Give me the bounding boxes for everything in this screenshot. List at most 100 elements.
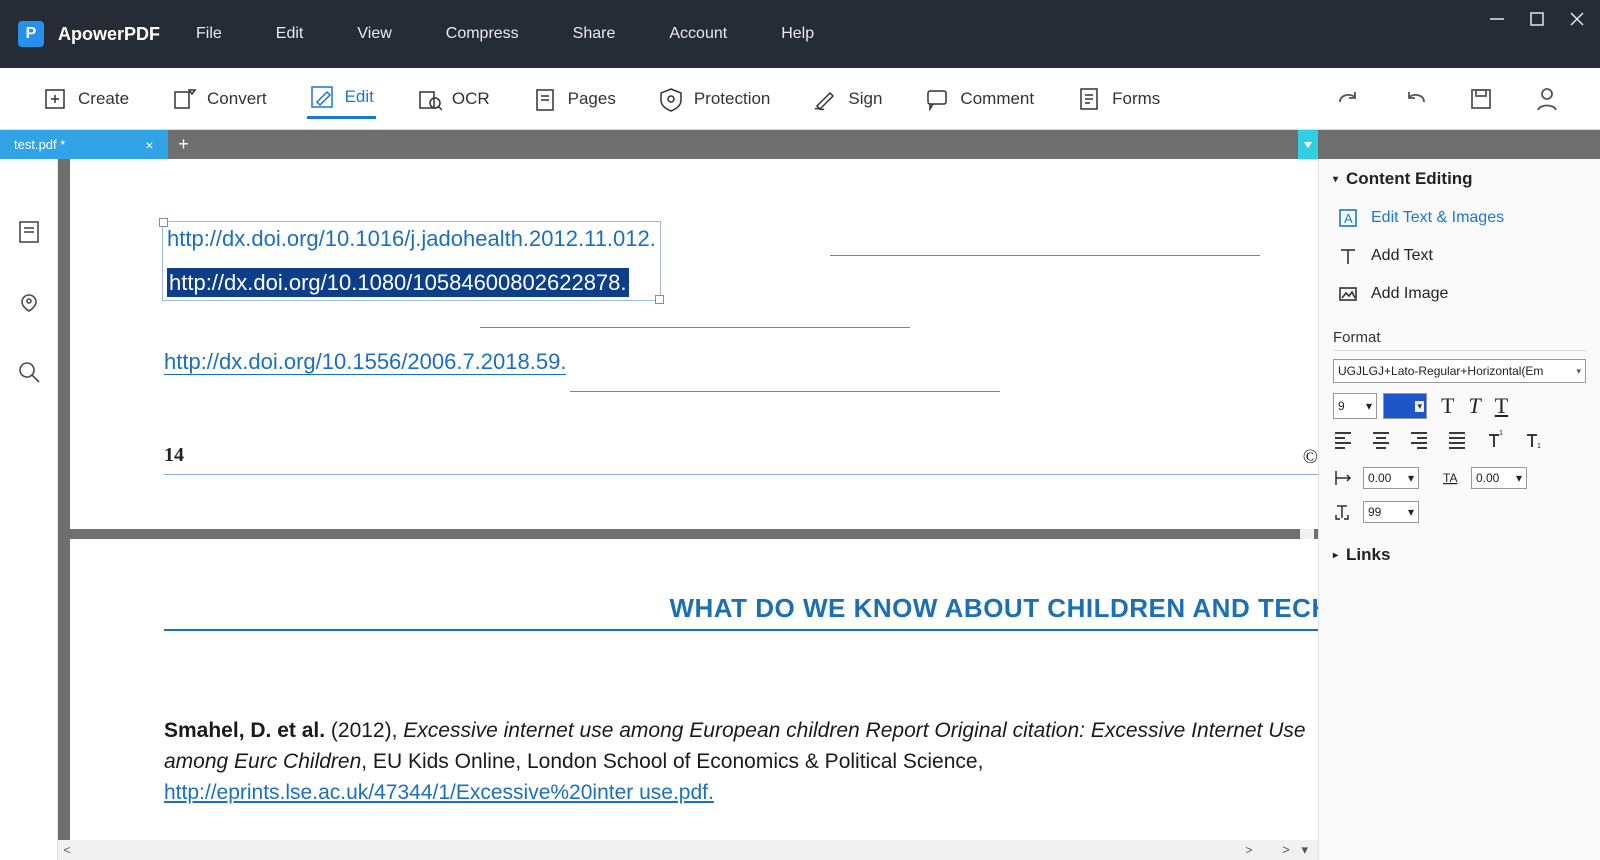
hscroll-right-icon[interactable]: >: [1240, 843, 1258, 857]
tool-create-label: Create: [78, 89, 129, 109]
horizontal-scale-input[interactable]: 99▾: [1363, 501, 1419, 523]
superscript-icon[interactable]: 1: [1485, 429, 1505, 449]
page-number: 14: [164, 444, 184, 467]
chevron-down-icon: ▾: [1333, 174, 1338, 185]
chevron-right-icon: ▸: [1333, 550, 1338, 561]
align-center-icon[interactable]: [1371, 429, 1391, 449]
horizontal-scrollbar[interactable]: < > > ▾: [58, 840, 1318, 860]
bold-button[interactable]: T: [1441, 393, 1454, 419]
align-justify-icon[interactable]: [1447, 429, 1467, 449]
tool-convert[interactable]: Convert: [169, 80, 269, 118]
tool-edit-label: Edit: [345, 87, 374, 107]
maximize-icon[interactable]: [1528, 10, 1546, 28]
add-image-button[interactable]: Add Image: [1333, 275, 1586, 313]
app-name: ApowerPDF: [58, 24, 160, 45]
tool-pages-label: Pages: [568, 89, 616, 109]
rule-1: [830, 255, 1260, 256]
svg-text:A: A: [1344, 211, 1353, 226]
tool-pages[interactable]: Pages: [530, 80, 618, 118]
add-image-icon: [1337, 283, 1359, 305]
tool-forms[interactable]: Forms: [1074, 80, 1162, 118]
right-panel: ▾Content Editing A Edit Text & Images Ad…: [1318, 159, 1600, 860]
url-line-3[interactable]: http://dx.doi.org/10.1556/2006.7.2018.59…: [164, 349, 566, 375]
redo-icon[interactable]: [1336, 86, 1362, 112]
edit-text-images-icon: A: [1337, 207, 1359, 229]
search-icon[interactable]: [16, 359, 42, 385]
selected-text-box[interactable]: http://dx.doi.org/10.1016/j.jadohealth.2…: [162, 221, 661, 301]
main-area: ︿ http://dx.doi.org/10.1016/j.jadohealth…: [0, 159, 1600, 860]
menu-edit[interactable]: Edit: [276, 25, 304, 43]
tool-convert-label: Convert: [207, 89, 267, 109]
menu-share[interactable]: Share: [573, 25, 616, 43]
chevron-down-icon: ▾: [1408, 471, 1414, 485]
tool-protection-label: Protection: [694, 89, 771, 109]
toolbar-right: [1336, 86, 1560, 112]
page2-heading-rule: [164, 629, 1318, 631]
url-line-1[interactable]: http://dx.doi.org/10.1016/j.jadohealth.2…: [167, 226, 656, 252]
tab-dropdown-icon[interactable]: [1298, 130, 1318, 159]
document-tab[interactable]: test.pdf * ×: [0, 130, 168, 159]
chevron-down-icon: ▾: [1415, 401, 1424, 412]
rule-2: [480, 327, 910, 328]
align-right-icon[interactable]: [1409, 429, 1429, 449]
toolbar: Create Convert Edit OCR Pages Protection…: [0, 68, 1600, 130]
ref-author: Smahel, D. et al.: [164, 719, 325, 742]
tool-comment[interactable]: Comment: [922, 80, 1036, 118]
tool-forms-label: Forms: [1112, 89, 1160, 109]
font-size-select[interactable]: 9▾: [1333, 393, 1377, 419]
format-heading: Format: [1333, 329, 1586, 351]
ref-link[interactable]: http://eprints.lse.ac.uk/47344/1/Excessi…: [164, 781, 714, 804]
minimize-icon[interactable]: [1488, 10, 1506, 28]
content-editing-section[interactable]: ▾Content Editing: [1333, 169, 1586, 189]
tool-sign[interactable]: Sign: [810, 80, 884, 118]
page2-heading: WHAT DO WE KNOW ABOUT CHILDREN AND TECHN: [669, 593, 1318, 624]
tool-comment-label: Comment: [960, 89, 1034, 109]
close-icon[interactable]: [1568, 10, 1586, 28]
alignment-row: 1 1: [1333, 429, 1586, 449]
undo-icon[interactable]: [1402, 86, 1428, 112]
document-viewport[interactable]: ︿ http://dx.doi.org/10.1016/j.jadohealth…: [58, 159, 1318, 860]
url-line-2-selected[interactable]: http://dx.doi.org/10.1080/10584600802622…: [167, 268, 629, 297]
word-spacing-input[interactable]: 0.00▾: [1471, 467, 1527, 489]
copyright-text: © OI: [1303, 446, 1318, 469]
hscroll-left-icon[interactable]: <: [58, 843, 76, 857]
menu-compress[interactable]: Compress: [446, 25, 519, 43]
align-left-icon[interactable]: [1333, 429, 1353, 449]
chevron-down-icon: ▾: [1516, 471, 1522, 485]
underline-button[interactable]: T: [1495, 393, 1508, 419]
links-section[interactable]: ▸Links: [1333, 545, 1586, 565]
close-tab-icon[interactable]: ×: [145, 137, 153, 153]
new-tab-button[interactable]: +: [168, 130, 200, 159]
page2-reference[interactable]: Smahel, D. et al. (2012), Excessive inte…: [164, 715, 1318, 808]
tool-protection[interactable]: Protection: [656, 80, 773, 118]
tool-ocr-label: OCR: [452, 89, 490, 109]
char-spacing-icon: [1333, 468, 1353, 488]
rule-3: [570, 391, 1000, 392]
bookmarks-icon[interactable]: [16, 289, 42, 315]
pdf-page-1: http://dx.doi.org/10.1016/j.jadohealth.2…: [70, 159, 1318, 529]
italic-button[interactable]: T: [1468, 393, 1480, 419]
tool-edit[interactable]: Edit: [307, 78, 376, 119]
chevron-down-icon: ▾: [1366, 399, 1372, 413]
char-spacing-input[interactable]: 0.00▾: [1363, 467, 1419, 489]
user-icon[interactable]: [1534, 86, 1560, 112]
font-color-select[interactable]: ▾: [1383, 393, 1427, 419]
page-nav-arrows[interactable]: > ▾: [1282, 842, 1312, 858]
font-family-select[interactable]: UGJLGJ+Lato-Regular+Horizontal(Em▾: [1333, 359, 1586, 383]
svg-text:TA: TA: [1443, 471, 1457, 485]
app-logo: P: [18, 21, 44, 47]
save-icon[interactable]: [1468, 86, 1494, 112]
menu-bar: File Edit View Compress Share Account He…: [196, 25, 814, 43]
tool-ocr[interactable]: OCR: [414, 80, 492, 118]
subscript-icon[interactable]: 1: [1523, 429, 1543, 449]
edit-text-images-button[interactable]: A Edit Text & Images: [1333, 199, 1586, 237]
menu-view[interactable]: View: [357, 25, 391, 43]
menu-help[interactable]: Help: [781, 25, 814, 43]
svg-text:1: 1: [1537, 443, 1541, 449]
tool-create[interactable]: Create: [40, 80, 131, 118]
tab-strip: test.pdf * × +: [0, 130, 1600, 159]
add-text-button[interactable]: Add Text: [1333, 237, 1586, 275]
menu-account[interactable]: Account: [669, 25, 727, 43]
menu-file[interactable]: File: [196, 25, 222, 43]
thumbnails-icon[interactable]: [16, 219, 42, 245]
